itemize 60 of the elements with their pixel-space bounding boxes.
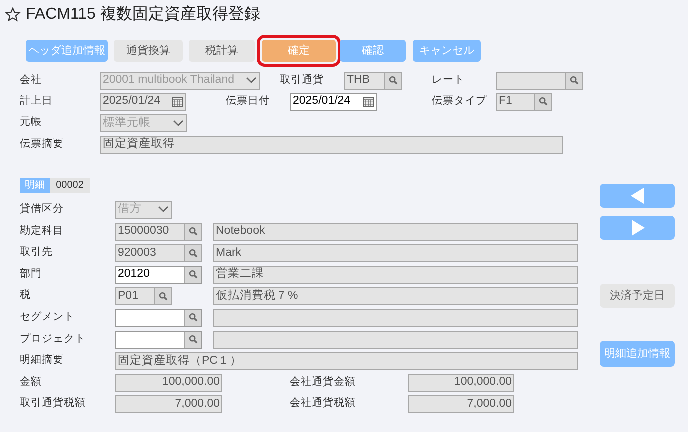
lookup-field[interactable]: F1 [496, 92, 552, 111]
search-icon[interactable] [184, 310, 201, 326]
lookup-field[interactable]: 920003 [115, 244, 202, 262]
search-icon[interactable] [184, 224, 201, 240]
name-field[interactable]: 仮払消費税７% [213, 287, 578, 306]
field-label: 金額 [20, 374, 43, 390]
search-icon[interactable] [184, 245, 201, 262]
field-label: 取引先 [20, 245, 54, 260]
field-label: レート [432, 72, 466, 88]
right-triangle-icon [630, 220, 644, 236]
name-field[interactable] [213, 330, 578, 349]
side-button[interactable]: 決済予定日 [600, 284, 675, 308]
field-label: 税 [20, 288, 32, 304]
field-label: 部門 [20, 266, 43, 282]
field-label: 明細摘要 [20, 353, 65, 368]
date-field[interactable]: 2025/01/24 [100, 92, 186, 111]
amount-field[interactable]: 100,000.00 [408, 374, 514, 392]
amount-field[interactable]: 7,000.00 [115, 395, 222, 414]
search-icon[interactable] [154, 288, 171, 304]
text-field[interactable]: 固定資産取得（PC１） [115, 352, 578, 370]
lookup-field[interactable]: P01 [115, 287, 172, 306]
name-field[interactable]: 営業二課 [213, 266, 578, 284]
page-title: FACM115 複数固定資産取得登録 [26, 4, 260, 25]
left-triangle-icon [630, 188, 644, 204]
name-field[interactable] [213, 308, 578, 327]
search-icon[interactable] [184, 332, 201, 348]
toolbar-button[interactable]: 通貨換算 [114, 40, 183, 62]
search-icon[interactable] [184, 266, 201, 283]
amount-field[interactable]: 7,000.00 [408, 395, 514, 414]
name-field[interactable]: Mark [213, 244, 578, 262]
lookup-field[interactable] [115, 308, 202, 327]
date-field[interactable]: 2025/01/24 [290, 92, 377, 111]
field-label: 計上日 [20, 94, 54, 110]
amount-field[interactable]: 100,000.00 [115, 374, 222, 392]
star-icon[interactable] [5, 7, 21, 23]
lookup-field[interactable]: 15000030 [115, 222, 202, 241]
field-label: セグメント [20, 310, 76, 326]
lookup-field[interactable] [496, 72, 583, 90]
field-label: 会社通貨税額 [290, 396, 357, 412]
detail-number: 00002 [50, 178, 90, 194]
search-icon[interactable] [565, 72, 582, 89]
field-label: 勘定科目 [20, 224, 65, 239]
lookup-field[interactable]: THB [344, 72, 402, 90]
name-field[interactable]: Notebook [213, 222, 578, 241]
field-label: 伝票摘要 [20, 136, 65, 152]
field-label: 取引通貨税額 [20, 396, 87, 412]
field-label: プロジェクト [20, 332, 87, 347]
field-label: 会社 [20, 72, 43, 88]
text-field[interactable]: 固定資産取得 [100, 136, 563, 154]
field-label: 貸借区分 [20, 202, 65, 218]
field-label: 取引通貨 [280, 72, 325, 88]
toolbar-button[interactable]: 税計算 [189, 40, 255, 62]
lookup-field[interactable]: 20120 [115, 266, 202, 284]
lookup-field[interactable] [115, 330, 202, 349]
field-label: 元帳 [20, 115, 43, 130]
search-icon[interactable] [534, 94, 551, 110]
field-label: 会社通貨金額 [290, 374, 357, 390]
field-label: 伝票日付 [226, 94, 271, 110]
field-label: 伝票タイプ [432, 94, 488, 110]
search-icon[interactable] [384, 72, 401, 89]
